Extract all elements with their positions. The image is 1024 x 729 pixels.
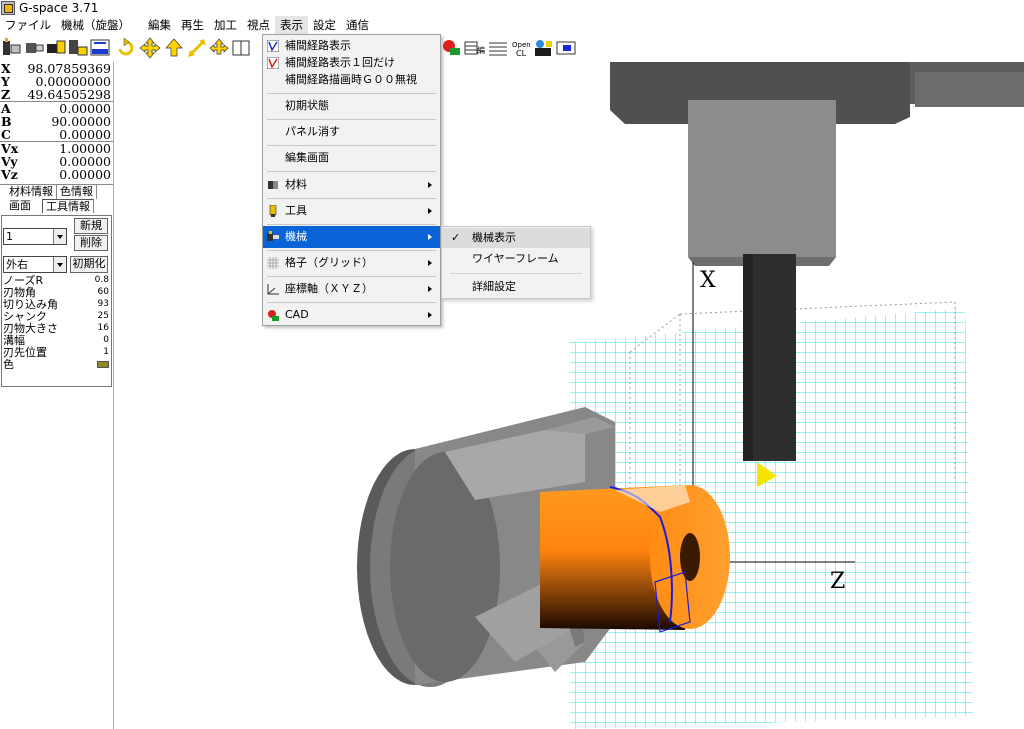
menu-settings[interactable]: 設定 [308,16,341,34]
workpiece [540,485,730,633]
tool-number-select[interactable]: 1 [3,228,67,245]
param-cut-angle: 切り込み角 93 [3,298,109,311]
menu-item-cad[interactable]: CAD [263,304,440,326]
path-display-icon [267,39,279,52]
tool-info-panel: 1 新規 削除 外右 初期化 ノーズR 0.8 刃物角 60 切り込み角 93 シャン… [1,215,112,387]
tab-screen[interactable]: 画面 [6,199,34,213]
spindle-icon[interactable] [23,37,45,59]
new-tool-button[interactable]: 新規 [74,218,108,234]
param-nose-radius: ノーズR 0.8 [3,274,109,287]
menu-item-ignore-g00[interactable]: 補間経路描画時Ｇ００無視 [263,71,440,88]
coord-row-z: Z 49.64505298 [1,87,111,102]
menu-item-path-display-once[interactable]: 補間経路表示１回だけ [263,54,440,71]
delete-tool-button[interactable]: 削除 [74,235,108,251]
left-panel: X 98.07859369 Y 0.00000000 Z 49.64505298 A0… [0,62,114,729]
app-window: G-space 3.71 ファイル 機械（旋盤） 編集 再生 加工 視点 表示 … [0,0,1024,729]
menu-item-initial-state[interactable]: 初期状態 [263,95,440,117]
chevron-down-icon [53,229,66,244]
submenu-arrow-icon [428,208,432,214]
submenu-arrow-icon [428,286,432,292]
param-blade-size: 刃物大きさ 16 [3,322,109,335]
fit-view-icon[interactable] [208,37,230,59]
menu-bar: ファイル 機械（旋盤） 編集 再生 加工 視点 表示 設定 通信 [0,16,1024,34]
pan-icon[interactable] [139,37,161,59]
submenu-arrow-icon [428,234,432,240]
rotate-icon[interactable] [115,37,137,59]
chevron-down-icon [53,257,66,272]
coordinate-readout: X 98.07859369 Y 0.00000000 Z 49.64505298 A0… [0,62,113,181]
menu-item-detail-settings[interactable]: 詳細設定 [442,277,590,297]
param-shank: シャンク 25 [3,310,109,323]
menu-item-path-display[interactable]: 補間経路表示 [263,37,440,54]
menu-display[interactable]: 表示 [275,16,308,34]
initialize-button[interactable]: 初期化 [70,256,108,273]
menu-item-edit-screen[interactable]: 編集画面 [263,147,440,169]
move-up-icon[interactable] [163,37,185,59]
axis-label-z: Z [830,569,845,594]
workpiece-icon[interactable] [45,37,67,59]
param-blade-angle: 刃物角 60 [3,286,109,299]
panel-tabs: 材料情報 色情報 画面 工具情報 [0,184,113,213]
coord-row-c: C 0.00000 [1,127,111,142]
menu-machining[interactable]: 加工 [209,16,242,34]
path-once-icon [267,56,279,69]
cad-red-icon[interactable] [440,37,462,59]
menu-play[interactable]: 再生 [176,16,209,34]
param-color: 色 [3,359,109,370]
settings-table-icon[interactable] [487,37,509,59]
menu-communication[interactable]: 通信 [341,16,374,34]
param-groove-width: 溝幅 0 [3,334,109,347]
svg-text:CL: CL [516,49,527,58]
tool-type-select[interactable]: 外右 [3,256,67,273]
menu-edit[interactable]: 編集 [143,16,176,34]
submenu-arrow-icon [428,182,432,188]
open-cl-icon[interactable]: OpenCL [510,37,532,59]
blue-view-icon[interactable] [89,37,111,59]
menu-item-machine-display[interactable]: ✓ 機械表示 [442,228,590,248]
menu-item-machine[interactable]: 機械 [263,226,440,248]
toolbar: 編 Open CL [0,34,1024,62]
setup-icon[interactable] [67,37,89,59]
submenu-arrow-icon [428,260,432,266]
machine-icon [267,231,279,241]
grid-edit-icon[interactable]: 編 [463,37,485,59]
machine-scene: X Y Z [357,62,1024,729]
submenu-arrow-icon [428,312,432,318]
machine-tool-icon[interactable] [1,37,23,59]
machine-submenu: ✓ 機械表示 ワイヤーフレーム 詳細設定 [441,226,591,299]
svg-text:編: 編 [477,45,485,55]
coord-row-vz: Vz 0.00000 [1,167,111,182]
title-bar: G-space 3.71 [0,0,1024,16]
menu-item-hide-panel[interactable]: パネル消す [263,121,440,143]
axis-icon [267,284,279,295]
app-logo-icon [1,1,15,15]
checkmark-icon: ✓ [451,231,461,244]
tool-icon [269,205,277,217]
3d-viewport[interactable]: X Y Z [115,62,1024,729]
cad-icon [268,310,279,321]
menu-item-grid[interactable]: 格子（グリッド） [263,252,440,274]
menu-item-wireframe[interactable]: ワイヤーフレーム [442,249,590,269]
menu-machine-lathe[interactable]: 機械（旋盤） [56,16,135,34]
tab-tool-info[interactable]: 工具情報 [42,199,94,213]
display-menu-dropdown: 補間経路表示 補間経路表示１回だけ 補間経路描画時Ｇ００無視 初期状態 パネル消… [262,34,441,326]
book-icon[interactable] [230,37,252,59]
menu-file[interactable]: ファイル [0,16,56,34]
zoom-diagonal-icon[interactable] [186,37,208,59]
menu-viewpoint[interactable]: 視点 [242,16,275,34]
menu-item-material[interactable]: 材料 [263,174,440,196]
menu-item-tool[interactable]: 工具 [263,200,440,222]
tool-color-swatch[interactable] [97,361,109,368]
svg-text:Open: Open [512,41,531,49]
connect-icon[interactable] [532,37,554,59]
window-title: G-space 3.71 [19,1,99,15]
window-icon[interactable] [555,37,577,59]
menu-item-axis[interactable]: 座標軸（ＸＹＺ） [263,278,440,300]
grid-icon [267,257,279,269]
axis-label-x: X [700,268,716,293]
tab-color-info[interactable]: 色情報 [57,185,97,199]
param-tip-position: 刃先位置 1 [3,346,109,359]
tab-material-info[interactable]: 材料情報 [6,185,57,199]
material-icon [268,181,278,189]
